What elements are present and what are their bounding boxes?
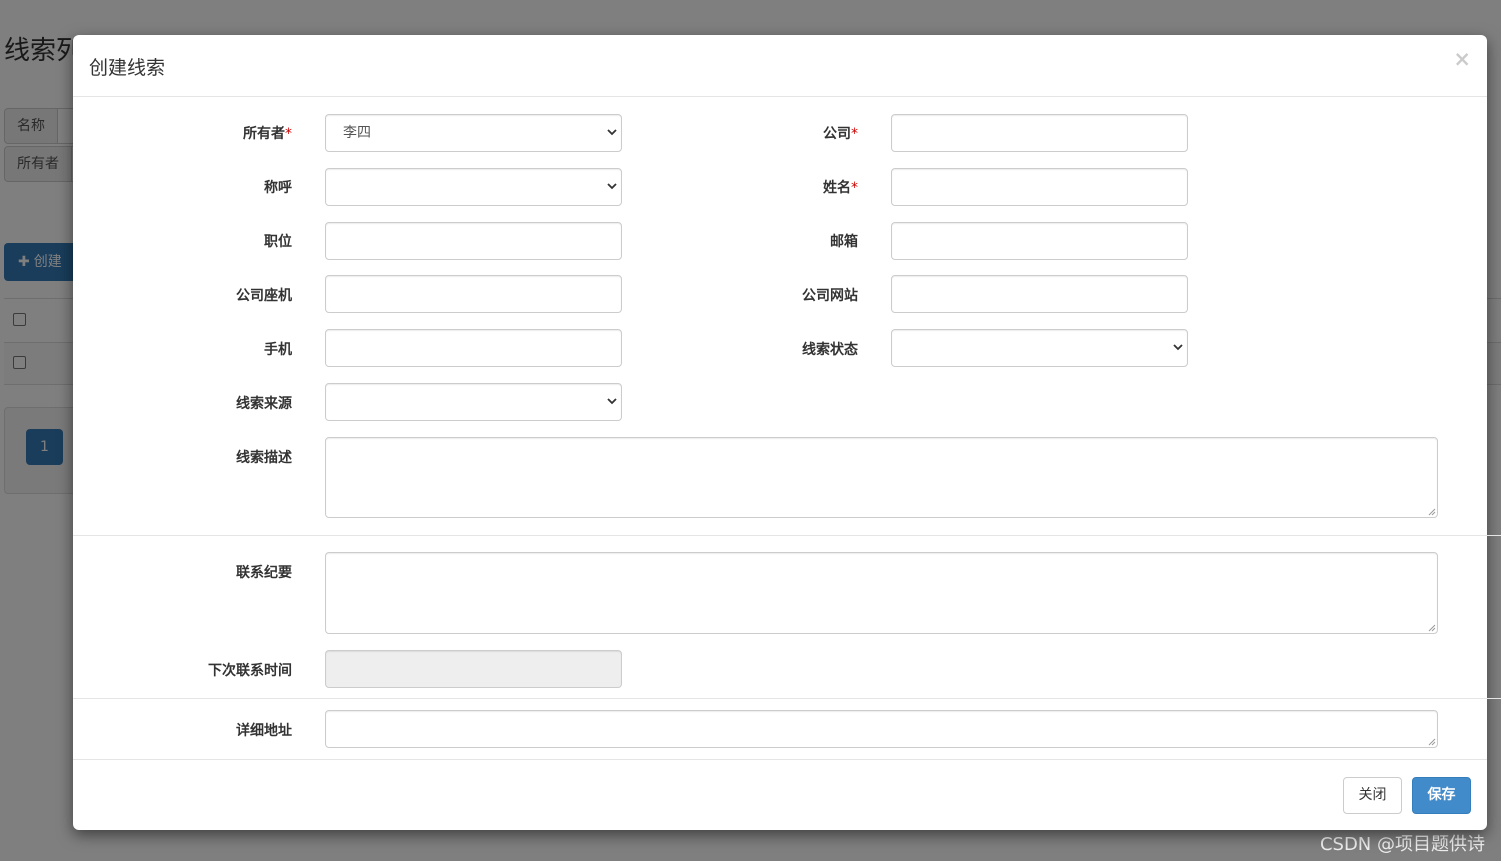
email-label: 邮箱 bbox=[830, 234, 858, 250]
save-button[interactable]: 保存 bbox=[1412, 777, 1471, 814]
create-clue-modal: 创建线索 × 所有者* 李四 公司* 称呼 姓名* 职位 邮箱 公司座机 公司网… bbox=[73, 35, 1501, 830]
description-textarea[interactable] bbox=[325, 437, 1438, 518]
appellation-select[interactable] bbox=[325, 168, 622, 206]
modal-title: 创建线索 bbox=[89, 57, 166, 79]
next-contact-time-label: 下次联系时间 bbox=[208, 663, 292, 679]
phone-label: 公司座机 bbox=[236, 288, 292, 304]
source-label: 线索来源 bbox=[236, 396, 292, 412]
job-input[interactable] bbox=[325, 222, 622, 260]
mphone-label: 手机 bbox=[264, 342, 292, 358]
appellation-label: 称呼 bbox=[264, 180, 292, 196]
resize-grip-icon[interactable] bbox=[1428, 624, 1436, 632]
owner-label: 所有者* bbox=[243, 126, 292, 142]
chevron-down-icon bbox=[1173, 344, 1183, 351]
address-textarea[interactable] bbox=[325, 710, 1438, 748]
address-label: 详细地址 bbox=[236, 723, 292, 739]
mphone-input[interactable] bbox=[325, 329, 622, 367]
resize-grip-icon[interactable] bbox=[1428, 738, 1436, 746]
required-mark: * bbox=[851, 180, 858, 196]
website-input[interactable] bbox=[891, 275, 1188, 313]
required-mark: * bbox=[285, 126, 292, 142]
email-input[interactable] bbox=[891, 222, 1188, 260]
contact-summary-label: 联系纪要 bbox=[236, 565, 292, 581]
next-contact-time-input[interactable] bbox=[325, 650, 622, 688]
fullname-label: 姓名* bbox=[823, 180, 858, 196]
section-divider bbox=[73, 535, 1501, 536]
chevron-down-icon bbox=[607, 183, 617, 190]
owner-select[interactable]: 李四 bbox=[325, 114, 622, 152]
phone-input[interactable] bbox=[325, 275, 622, 313]
close-icon[interactable]: × bbox=[1453, 49, 1471, 70]
website-label: 公司网站 bbox=[802, 288, 858, 304]
description-label: 线索描述 bbox=[236, 450, 292, 466]
fullname-input[interactable] bbox=[891, 168, 1188, 206]
modal-header: 创建线索 × bbox=[73, 35, 1487, 97]
section-divider bbox=[73, 698, 1501, 699]
contact-summary-textarea[interactable] bbox=[325, 552, 1438, 634]
chevron-down-icon bbox=[607, 398, 617, 405]
close-button[interactable]: 关闭 bbox=[1343, 777, 1402, 814]
chevron-down-icon bbox=[607, 129, 617, 136]
state-select[interactable] bbox=[891, 329, 1188, 367]
resize-grip-icon[interactable] bbox=[1428, 508, 1436, 516]
state-label: 线索状态 bbox=[802, 342, 858, 358]
modal-footer: 关闭 保存 bbox=[73, 759, 1487, 830]
source-select[interactable] bbox=[325, 383, 622, 421]
watermark: CSDN @项目题供诗 bbox=[1319, 834, 1485, 855]
job-label: 职位 bbox=[264, 234, 292, 250]
company-label: 公司* bbox=[823, 126, 858, 142]
owner-select-value: 李四 bbox=[343, 125, 371, 141]
company-input[interactable] bbox=[891, 114, 1188, 152]
required-mark: * bbox=[851, 126, 858, 142]
